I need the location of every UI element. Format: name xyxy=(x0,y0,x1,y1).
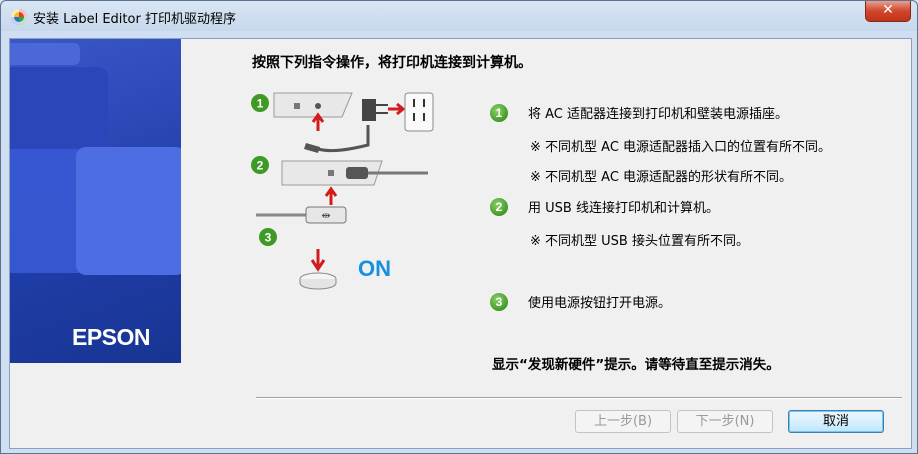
adapter-cable-icon xyxy=(317,125,370,153)
step-note: ※ 不同机型 AC 电源适配器的形状有所不同。 xyxy=(530,170,793,185)
step-number-badge: 2 xyxy=(490,197,508,216)
step-number-badge: 1 xyxy=(490,103,508,122)
dc-port-icon xyxy=(294,103,300,109)
usb-arrow-icon xyxy=(324,186,338,205)
step-text: 用 USB 线连接打印机和计算机。 xyxy=(528,201,719,216)
plug-arrow-icon xyxy=(388,102,406,116)
wall-outlet-icon xyxy=(404,92,434,132)
step-text: 将 AC 适配器连接到打印机和壁装电源插座。 xyxy=(528,107,789,122)
ac-plug-icon xyxy=(362,99,376,121)
dc-jack-icon xyxy=(315,103,321,109)
step-1: 1 将 AC 适配器连接到打印机和壁装电源插座。 xyxy=(490,103,788,122)
step-3: 3 使用电源按钮打开电源。 xyxy=(490,292,671,311)
step-note: ※ 不同机型 AC 电源适配器插入口的位置有所不同。 xyxy=(530,140,832,155)
cancel-button[interactable]: 取消 xyxy=(788,410,884,433)
step-number-badge: 3 xyxy=(490,292,508,311)
back-button[interactable]: 上一步(B) xyxy=(575,410,671,433)
illustration-step-1-number: 1 xyxy=(257,97,264,111)
adapter-plug-icon xyxy=(304,143,320,153)
printer-body-icon xyxy=(273,92,353,118)
svg-text:⇹: ⇹ xyxy=(321,209,330,222)
epson-logo: EPSON xyxy=(72,324,151,350)
installer-window: 安装 Label Editor 打印机驱动程序 ✕ EPSON 按照下列指令操作… xyxy=(0,0,918,454)
title-bar[interactable]: 安装 Label Editor 打印机驱动程序 ✕ xyxy=(1,1,917,31)
app-icon xyxy=(11,9,27,25)
usb-port-icon xyxy=(328,170,334,176)
step-note: ※ 不同机型 USB 接头位置有所不同。 xyxy=(530,234,749,249)
wizard-content: EPSON 按照下列指令操作，将打印机连接到计算机。 1 2 ⇹ 3 ON 1 … xyxy=(9,38,912,449)
page-heading: 按照下列指令操作，将打印机连接到计算机。 xyxy=(252,55,532,71)
next-button[interactable]: 下一步(N) xyxy=(677,410,773,433)
divider xyxy=(256,397,902,399)
window-title: 安装 Label Editor 打印机驱动程序 xyxy=(33,12,236,27)
step-2: 2 用 USB 线连接打印机和计算机。 xyxy=(490,197,719,216)
banner-decoration xyxy=(10,43,80,65)
press-arrow-icon xyxy=(310,249,326,272)
close-button[interactable]: ✕ xyxy=(865,1,911,22)
on-label: ON xyxy=(358,256,391,281)
hardware-message: 显示“发现新硬件”提示。请等待直至提示消失。 xyxy=(492,357,780,373)
illustration-step-2-number: 2 xyxy=(257,159,264,173)
insert-arrow-icon xyxy=(311,112,325,131)
illustration-step-3-number: 3 xyxy=(265,231,272,245)
step-text: 使用电源按钮打开电源。 xyxy=(528,296,672,311)
power-connector-icon xyxy=(346,167,368,179)
banner-decoration xyxy=(76,147,181,275)
plug-prongs-icon xyxy=(376,104,388,114)
connection-illustration: 1 2 ⇹ 3 ON xyxy=(251,92,434,290)
epson-banner: EPSON xyxy=(10,39,181,363)
